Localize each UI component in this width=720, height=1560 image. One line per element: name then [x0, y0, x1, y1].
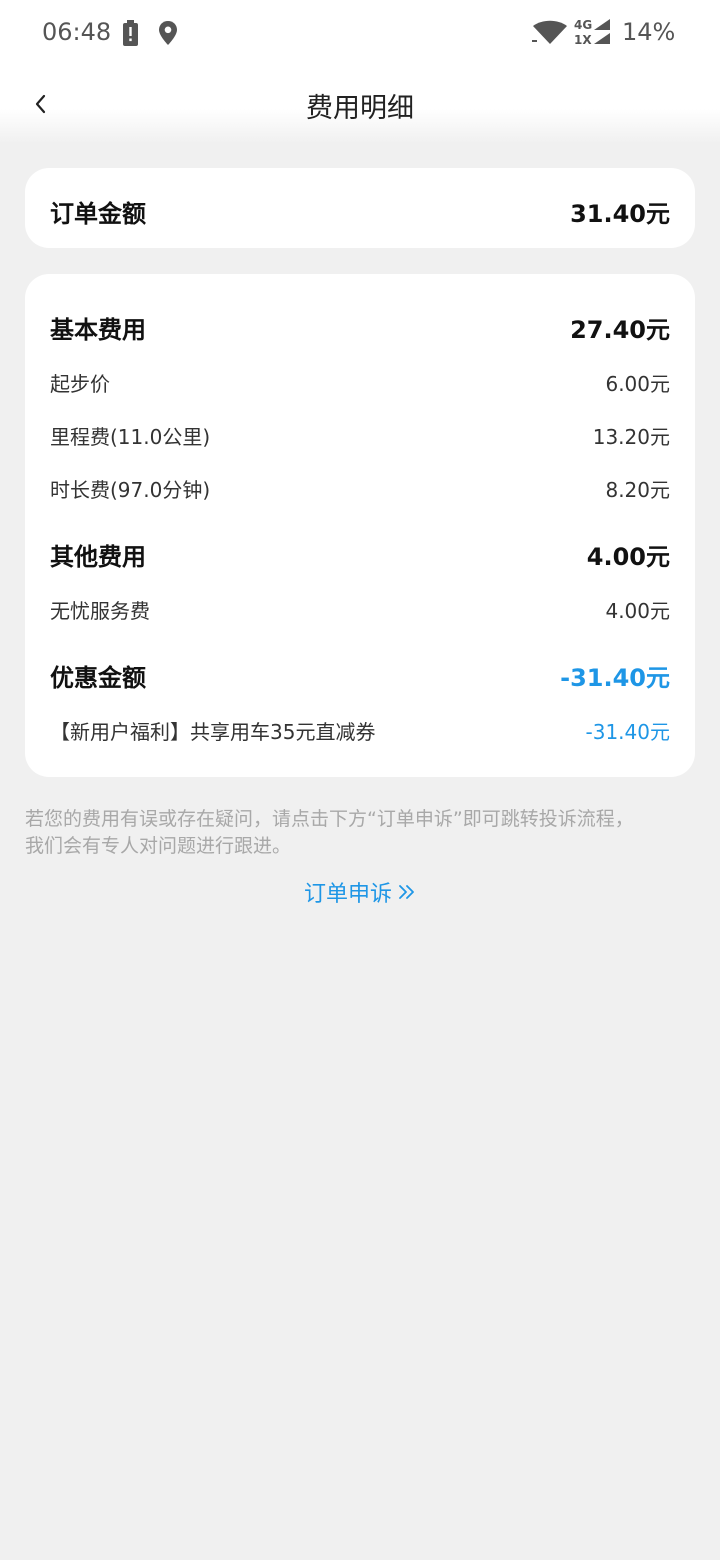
- basic-fee-label: 基本费用: [50, 316, 146, 344]
- order-appeal-link[interactable]: 订单申诉: [0, 876, 720, 908]
- appeal-note-line: 若您的费用有误或存在疑问，请点击下方“订单申诉”即可跳转投诉流程，: [25, 808, 634, 830]
- fee-item-label: 里程费(11.0公里): [50, 425, 211, 449]
- status-time: 06:48: [42, 18, 112, 46]
- fee-item-row: 起步价 6.00元: [50, 368, 670, 397]
- fee-item-row: 时长费(97.0分钟) 8.20元: [50, 474, 670, 503]
- svg-text:4G: 4G: [574, 18, 592, 32]
- fee-item-value: 13.20元: [592, 425, 670, 449]
- fee-item-value: 8.20元: [605, 478, 670, 502]
- order-amount-row: 订单金额 31.40元: [50, 194, 670, 229]
- battery-alert-icon: [123, 20, 138, 46]
- fee-item-label: 无忧服务费: [50, 599, 150, 623]
- cellular-signal-icon: 4G 1X: [574, 18, 610, 47]
- appeal-note: 若您的费用有误或存在疑问，请点击下方“订单申诉”即可跳转投诉流程， 我们会有专人…: [25, 806, 695, 860]
- fee-item-value: 4.00元: [605, 599, 670, 623]
- status-bar: 06:48 4G 1X 14%: [0, 0, 720, 66]
- wifi-icon: [532, 20, 567, 44]
- appeal-note-line: 我们会有专人对问题进行跟进。: [25, 835, 292, 857]
- coupon-label: 【新用户福利】共享用车35元直减券: [50, 720, 376, 744]
- basic-fee-value: 27.40元: [570, 316, 670, 344]
- location-icon: [159, 21, 177, 45]
- other-fee-value: 4.00元: [586, 543, 670, 571]
- double-chevron-right-icon: [399, 885, 414, 899]
- discount-label: 优惠金额: [50, 664, 146, 692]
- other-fee-label: 其他费用: [50, 543, 146, 571]
- nav-bar: 费用明细: [0, 66, 720, 144]
- page-title: 费用明细: [306, 93, 414, 124]
- order-amount-label: 订单金额: [50, 200, 146, 228]
- order-amount-card: 订单金额 31.40元: [25, 168, 695, 248]
- coupon-value: -31.40元: [585, 720, 670, 744]
- coupon-row: 【新用户福利】共享用车35元直减券 -31.40元: [50, 716, 670, 745]
- fee-item-label: 起步价: [50, 372, 110, 396]
- basic-fee-row: 基本费用 27.40元: [50, 310, 670, 345]
- fee-detail-card: 基本费用 27.40元 起步价 6.00元 里程费(11.0公里) 13.20元…: [25, 274, 695, 777]
- discount-value: -31.40元: [560, 664, 670, 692]
- fee-item-label: 时长费(97.0分钟): [50, 478, 211, 502]
- svg-text:1X: 1X: [574, 33, 592, 47]
- fee-item-value: 6.00元: [605, 372, 670, 396]
- fee-item-row: 无忧服务费 4.00元: [50, 595, 670, 624]
- battery-percentage: 14%: [622, 18, 676, 46]
- other-fee-row: 其他费用 4.00元: [50, 537, 670, 572]
- discount-row: 优惠金额 -31.40元: [50, 658, 670, 693]
- fee-item-row: 里程费(11.0公里) 13.20元: [50, 421, 670, 450]
- order-amount-value: 31.40元: [570, 200, 670, 228]
- order-appeal-label: 订单申诉: [303, 882, 392, 907]
